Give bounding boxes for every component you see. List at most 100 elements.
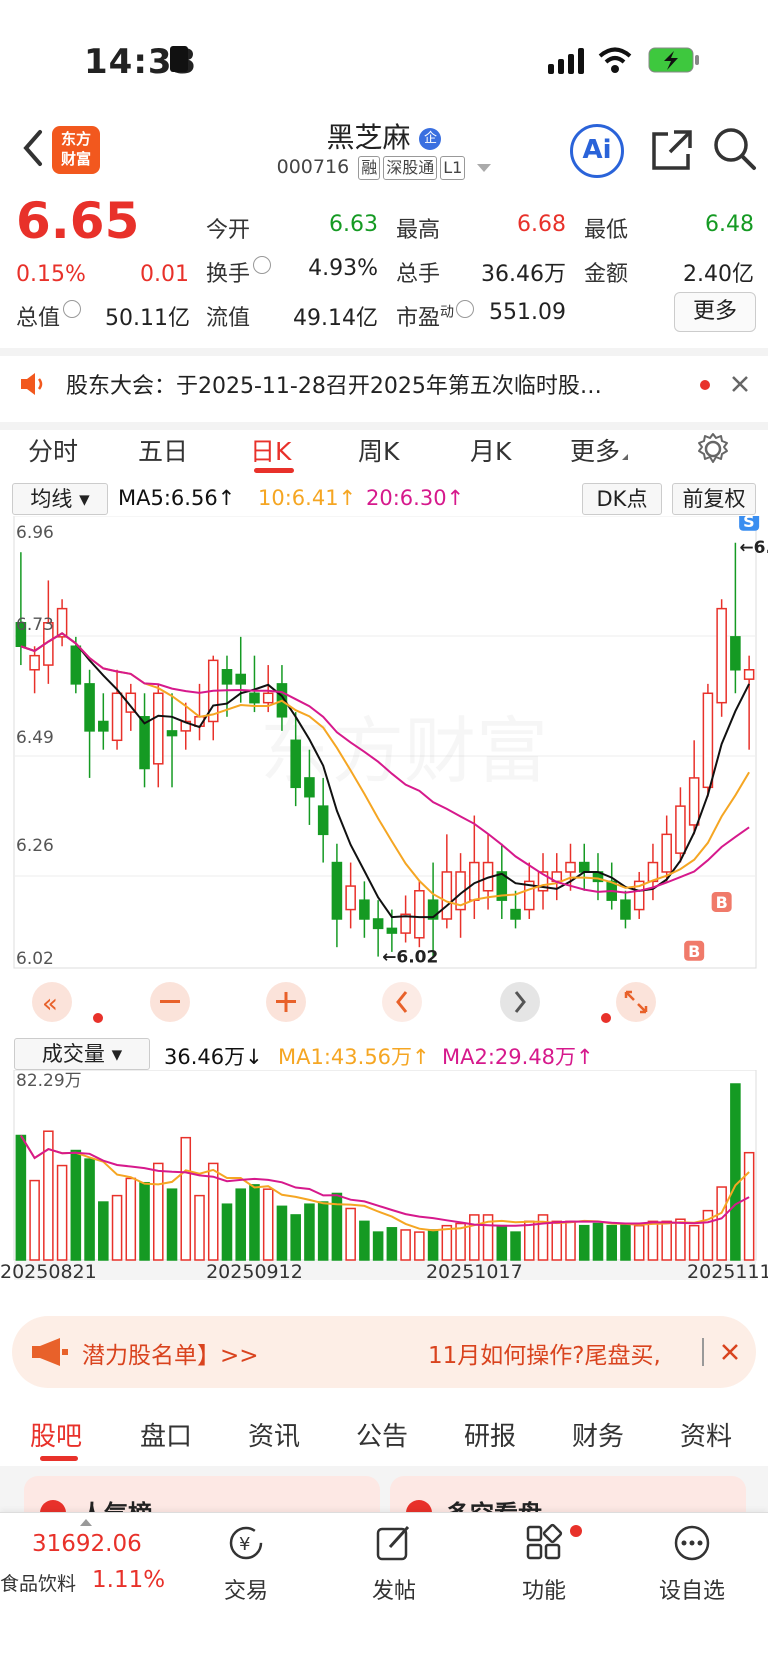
mktcap-label: 总值 xyxy=(16,300,82,332)
close-icon[interactable] xyxy=(730,374,750,394)
stock-code: 000716 xyxy=(276,156,350,178)
tab-monthly-k[interactable]: 月K xyxy=(470,432,511,468)
ma5-value: MA5:6.56↑ xyxy=(118,486,236,510)
tab-research[interactable]: 研报 xyxy=(464,1416,516,1453)
volume-bar xyxy=(304,1203,315,1261)
candle-body xyxy=(139,716,150,770)
search-icon[interactable] xyxy=(712,126,758,172)
candle-body xyxy=(29,654,40,671)
candle-body xyxy=(675,805,686,854)
low-value: 6.48 xyxy=(705,212,754,237)
settings-gear-icon[interactable] xyxy=(696,432,730,466)
id-card-icon xyxy=(170,46,188,72)
info-icon[interactable] xyxy=(253,256,272,274)
fullscreen-button[interactable] xyxy=(616,982,656,1022)
more-dots-icon xyxy=(674,1525,710,1561)
volume-bar xyxy=(730,1083,741,1261)
index-widget[interactable]: 31692.06 食品饮料 1.11% xyxy=(0,1519,170,1609)
volume-indicator-selector[interactable]: 成交量 ▾ xyxy=(14,1038,150,1070)
next-button[interactable] xyxy=(500,982,540,1022)
popularity-card[interactable]: 人气榜 xyxy=(24,1476,380,1512)
speaker-icon xyxy=(21,373,43,395)
more-quote-button[interactable]: 更多 xyxy=(674,292,756,332)
long-short-title: 多空看盘 xyxy=(446,1494,542,1512)
adjust-selector[interactable]: 前复权 xyxy=(672,483,756,515)
kline-chart[interactable]: 东方财富 6.966.736.496.266.02 ←6.96←6.02SBB … xyxy=(0,516,768,1036)
float-value: 49.14亿 xyxy=(293,306,378,331)
candle-body xyxy=(235,673,247,685)
pe-label: 市盈动 xyxy=(396,300,475,332)
nav-post[interactable]: 发帖 xyxy=(334,1523,454,1605)
signal-label: S xyxy=(743,516,755,531)
tab-intraday[interactable]: 分时 xyxy=(28,432,78,468)
candle-body xyxy=(331,861,343,920)
volume-bar xyxy=(620,1222,631,1261)
nav-watchlist[interactable]: 设自选 xyxy=(632,1523,752,1605)
nav-functions[interactable]: 功能 xyxy=(484,1523,604,1605)
volume-bar xyxy=(139,1181,150,1261)
chart-controls: « xyxy=(32,982,656,1023)
candle-body xyxy=(345,885,356,911)
volume-bar xyxy=(743,1151,755,1261)
prev-button[interactable] xyxy=(382,982,422,1022)
tab-announcements[interactable]: 公告 xyxy=(356,1416,408,1453)
indicator-selector[interactable]: 均线 ▾ xyxy=(12,483,108,515)
megaphone-icon xyxy=(32,1338,68,1366)
tab-news[interactable]: 资讯 xyxy=(248,1416,300,1453)
divider xyxy=(702,1338,704,1366)
promo-banner[interactable]: 潜力股名单】>> 11月如何操作?尾盘买, xyxy=(12,1316,756,1388)
x-tick-label: 20251017 xyxy=(426,1261,523,1280)
index-value: 31692.06 xyxy=(32,1531,142,1557)
notice-bar[interactable]: 股东大会：于2025-11-28召开2025年第五次临时股… xyxy=(0,348,768,430)
vol-ma2-value: MA2:29.48万↑ xyxy=(442,1045,594,1069)
candle-body xyxy=(249,692,260,704)
candle-body xyxy=(716,607,727,704)
volume-bar xyxy=(194,1194,205,1261)
volume-label: 总手 xyxy=(396,262,441,287)
open-label: 今开 xyxy=(206,218,251,243)
volume-bar xyxy=(716,1186,727,1261)
volume-bar xyxy=(98,1201,109,1261)
low-label: 最低 xyxy=(584,218,629,243)
tab-profile[interactable]: 资料 xyxy=(680,1416,732,1453)
open-value: 6.63 xyxy=(329,212,378,237)
volume-bar xyxy=(15,1134,27,1261)
nav-trade[interactable]: ¥ 交易 xyxy=(186,1523,306,1605)
volume-bar xyxy=(551,1220,563,1261)
x-tick-label: 20251113 xyxy=(687,1261,768,1280)
candle-body xyxy=(620,899,631,920)
amount-label: 金额 xyxy=(584,262,629,287)
volume-bar xyxy=(523,1220,535,1261)
candle-body xyxy=(359,899,370,920)
volume-bar xyxy=(372,1231,384,1261)
battery-icon xyxy=(648,47,699,73)
amount-value: 2.40亿 xyxy=(683,262,754,287)
active-tab-indicator xyxy=(254,468,294,473)
x-tick-label: 20250912 xyxy=(206,1261,303,1280)
tab-more[interactable]: 更多 xyxy=(570,432,629,468)
tab-finance[interactable]: 财务 xyxy=(572,1416,624,1453)
tab-daily-k[interactable]: 日K xyxy=(250,432,291,468)
long-short-card[interactable]: 多空看盘 xyxy=(390,1476,746,1512)
tag-margin: 融 xyxy=(358,156,381,180)
info-icon[interactable] xyxy=(456,300,475,318)
change-amount: 0.01 xyxy=(140,262,189,287)
volume-bar xyxy=(441,1224,453,1261)
tab-guba[interactable]: 股吧 xyxy=(30,1416,82,1453)
ai-button[interactable]: Ai xyxy=(570,124,624,178)
y-tick-label: 6.02 xyxy=(16,949,54,969)
tab-five-day[interactable]: 五日 xyxy=(138,432,188,468)
info-tabs: 股吧 盘口 资讯 公告 研报 财务 资料 xyxy=(0,1402,768,1466)
info-icon[interactable] xyxy=(63,300,82,318)
share-icon[interactable] xyxy=(650,128,694,172)
nav-trade-label: 交易 xyxy=(223,1579,268,1604)
ma20-value: 20:6.30↑ xyxy=(366,486,465,510)
turnover-value: 4.93% xyxy=(308,256,378,281)
dk-point-selector[interactable]: DK点 xyxy=(582,483,662,515)
tab-weekly-k[interactable]: 周K xyxy=(358,432,399,468)
up-triangle-icon xyxy=(80,1519,92,1526)
tab-pankou[interactable]: 盘口 xyxy=(140,1416,192,1453)
close-icon[interactable] xyxy=(720,1342,740,1362)
dropdown-triangle-icon[interactable] xyxy=(477,163,492,172)
volume-bar xyxy=(152,1162,164,1261)
